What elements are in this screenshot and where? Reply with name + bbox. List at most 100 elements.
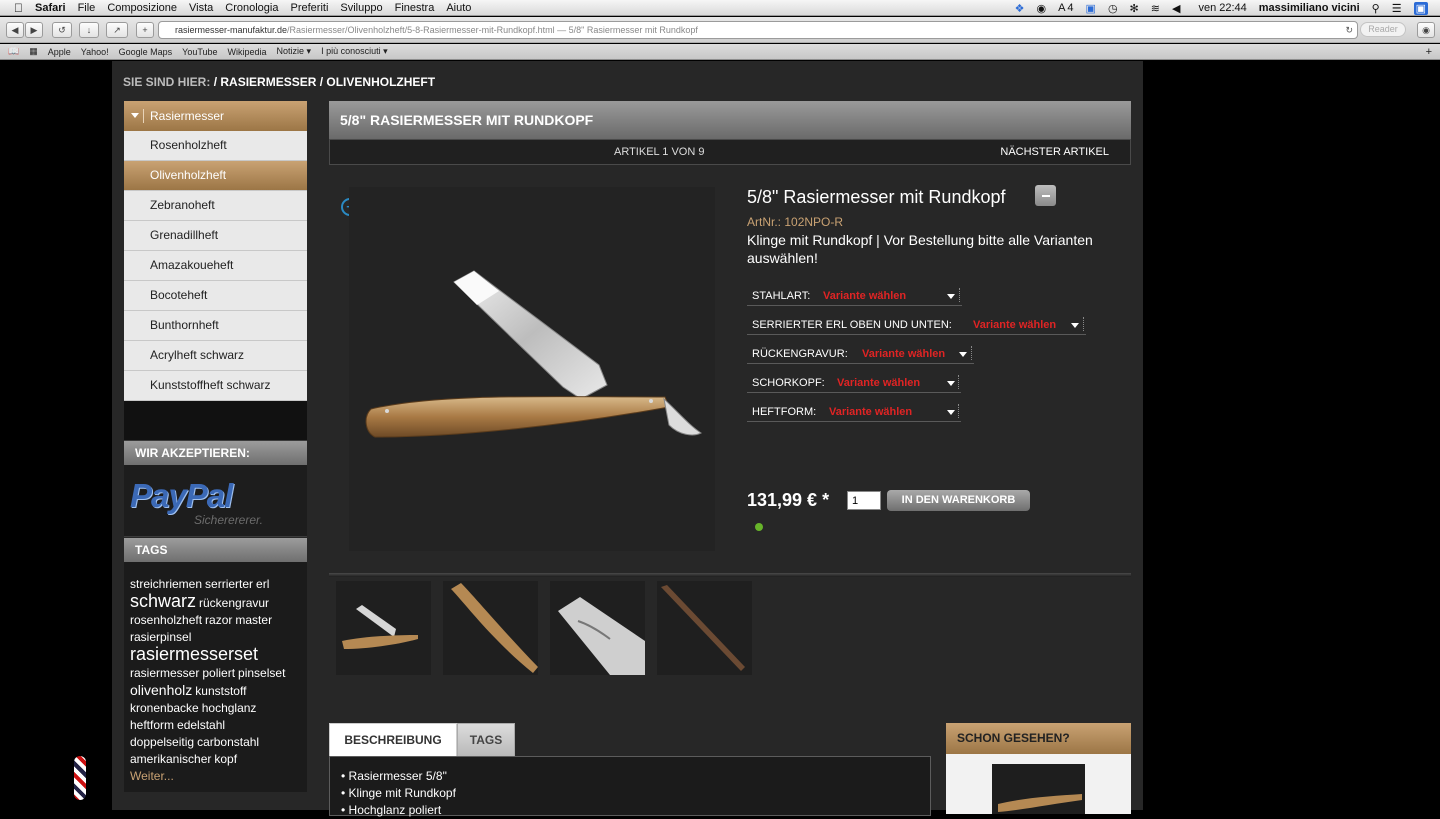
collapse-button[interactable] — [1035, 185, 1056, 206]
tag-link[interactable]: kopf — [214, 752, 237, 766]
add-to-cart-button[interactable]: IN DEN WARENKORB — [887, 490, 1030, 511]
next-article-link[interactable]: NÄCHSTER ARTIKEL — [1000, 146, 1109, 158]
recently-viewed-item[interactable] — [992, 764, 1085, 814]
breadcrumb-path[interactable]: / RASIERMESSER / OLIVENHOLZHEFT — [214, 75, 435, 89]
thumbnail-1[interactable] — [336, 581, 431, 675]
menu-aiuto[interactable]: Aiuto — [446, 2, 471, 14]
menu-file[interactable]: File — [78, 2, 96, 14]
reader-button[interactable]: Reader — [1360, 22, 1406, 37]
variant-select[interactable]: Variante wählen — [837, 377, 920, 389]
tab-beschreibung[interactable]: BESCHREIBUNG — [329, 723, 457, 757]
sidebar-item-bocoteheft[interactable]: Bocoteheft — [124, 281, 307, 311]
variant-rueckengravur[interactable]: RÜCKENGRAVUR: Variante wählen — [747, 342, 974, 364]
tag-link[interactable]: kronenbacke — [130, 701, 199, 715]
thumbnail-4[interactable] — [657, 581, 752, 675]
variant-stahlart[interactable]: STAHLART: Variante wählen — [747, 284, 962, 306]
sidebar-item-bunthornheft[interactable]: Bunthornheft — [124, 311, 307, 341]
tag-link[interactable]: rasiermesserset — [130, 644, 258, 664]
extension-icon[interactable]: ▣ — [1413, 1, 1428, 15]
tag-link[interactable]: heftform — [130, 718, 174, 732]
sidebar-item-kunststoffheft-schwarz[interactable]: Kunststoffheft schwarz — [124, 371, 307, 401]
tag-link[interactable]: rasiermesser — [130, 666, 199, 680]
tag-link[interactable]: hochglanz — [202, 701, 257, 715]
tag-link[interactable]: edelstahl — [177, 718, 225, 732]
menu-app-safari[interactable]: Safari — [35, 2, 66, 14]
spotlight-icon[interactable]: ⚲ — [1372, 2, 1380, 15]
sync-icon[interactable]: ▣ — [1086, 2, 1096, 15]
variant-serrierter-erl[interactable]: SERRIERTER ERL OBEN UND UNTEN: Variante … — [747, 313, 1086, 335]
tag-link[interactable]: streichriemen — [130, 577, 202, 591]
tag-link[interactable]: poliert — [202, 666, 235, 680]
headphones-icon[interactable]: ◉ — [1036, 2, 1046, 15]
downloads-button[interactable]: ◉ — [1417, 22, 1435, 38]
category-head-rasiermesser[interactable]: Rasiermesser — [124, 101, 307, 131]
volume-icon[interactable]: ◀ — [1172, 2, 1180, 15]
tag-link[interactable]: master — [235, 613, 272, 627]
tag-link[interactable]: erl — [256, 577, 269, 591]
tag-link[interactable]: carbonstahl — [197, 735, 259, 749]
tag-link[interactable]: doppelseitig — [130, 735, 194, 749]
tag-link[interactable]: rosenholzheft — [130, 613, 202, 627]
bookmark-apple[interactable]: Apple — [48, 47, 71, 57]
tag-link[interactable]: serrierter — [205, 577, 253, 591]
add-bookmark-icon[interactable]: + — [1426, 46, 1432, 58]
tag-link[interactable]: schwarz — [130, 591, 196, 611]
menu-vista[interactable]: Vista — [189, 2, 213, 14]
sidebar-item-zebranoheft[interactable]: Zebranoheft — [124, 191, 307, 221]
product-image[interactable] — [349, 187, 715, 551]
quantity-input[interactable] — [847, 491, 881, 510]
menu-cronologia[interactable]: Cronologia — [225, 2, 278, 14]
dropbox-icon[interactable]: ❖ — [1015, 2, 1025, 15]
variant-heftform[interactable]: HEFTFORM: Variante wählen — [747, 400, 961, 422]
adobe-icon[interactable]: A4 — [1058, 2, 1073, 14]
url-field[interactable]: rasiermesser-manufaktur.de/Rasiermesser/… — [158, 21, 1358, 39]
back-button[interactable]: ◀ — [6, 22, 24, 38]
tag-link[interactable]: rückengravur — [199, 596, 269, 610]
variant-select[interactable]: Variante wählen — [973, 319, 1056, 331]
tags-more-link[interactable]: Weiter... — [130, 769, 174, 783]
bookmark-google-maps[interactable]: Google Maps — [119, 47, 173, 57]
top-sites-icon[interactable]: ▦ — [29, 46, 38, 57]
sidebar-item-olivenholzheft[interactable]: Olivenholzheft — [124, 161, 307, 191]
variant-select[interactable]: Variante wählen — [829, 406, 912, 418]
sidebar-item-grenadillheft[interactable]: Grenadillheft — [124, 221, 307, 251]
variant-schorkopf[interactable]: SCHORKOPF: Variante wählen — [747, 371, 961, 393]
menu-finestra[interactable]: Finestra — [395, 2, 435, 14]
tag-link[interactable]: razor — [205, 613, 232, 627]
tab-tags[interactable]: TAGS — [457, 723, 515, 757]
bookmark-yahoo[interactable]: Yahoo! — [81, 47, 109, 57]
menu-preferiti[interactable]: Preferiti — [290, 2, 328, 14]
forward-button[interactable]: ▶ — [25, 22, 43, 38]
new-tab-button[interactable]: + — [136, 22, 154, 38]
reading-list-icon[interactable]: 📖 — [8, 46, 19, 57]
sidebar-item-amazakoueheft[interactable]: Amazakoueheft — [124, 251, 307, 281]
bookmark-top-sites[interactable]: I più conosciuti ▾ — [321, 46, 388, 57]
tag-link[interactable]: kunststoff — [195, 684, 246, 698]
history-icon[interactable]: ↺ — [52, 22, 72, 38]
tag-link[interactable]: olivenholz — [130, 682, 192, 698]
user-name[interactable]: massimiliano vicini — [1259, 2, 1360, 14]
notification-list-icon[interactable]: ☰ — [1392, 2, 1402, 15]
share-icon[interactable]: ↗ — [106, 22, 128, 38]
tag-link[interactable]: pinselset — [238, 666, 285, 680]
download-icon[interactable]: ↓ — [79, 22, 99, 38]
tag-link[interactable]: amerikanischer — [130, 752, 211, 766]
apple-icon[interactable]:  — [14, 1, 23, 15]
menu-sviluppo[interactable]: Sviluppo — [340, 2, 382, 14]
bookmark-wikipedia[interactable]: Wikipedia — [228, 47, 267, 57]
sidebar-item-rosenholzheft[interactable]: Rosenholzheft — [124, 131, 307, 161]
thumbnail-3[interactable] — [550, 581, 645, 675]
thumbnail-2[interactable] — [443, 581, 538, 675]
menu-composizione[interactable]: Composizione — [107, 2, 177, 14]
reload-icon[interactable]: ↻ — [1345, 22, 1353, 38]
time-machine-icon[interactable]: ◷ — [1108, 2, 1118, 15]
bluetooth-icon[interactable]: ✻ — [1130, 2, 1139, 15]
variant-select[interactable]: Variante wählen — [862, 348, 945, 360]
wifi-icon[interactable]: ≋ — [1151, 2, 1160, 15]
sidebar-item-acrylheft-schwarz[interactable]: Acrylheft schwarz — [124, 341, 307, 371]
bookmark-youtube[interactable]: YouTube — [182, 47, 217, 57]
bookmark-notizie[interactable]: Notizie ▾ — [277, 46, 312, 57]
tag-link[interactable]: rasierpinsel — [130, 630, 191, 644]
variant-select[interactable]: Variante wählen — [823, 290, 906, 302]
clock[interactable]: ven 22:44 — [1198, 2, 1246, 14]
